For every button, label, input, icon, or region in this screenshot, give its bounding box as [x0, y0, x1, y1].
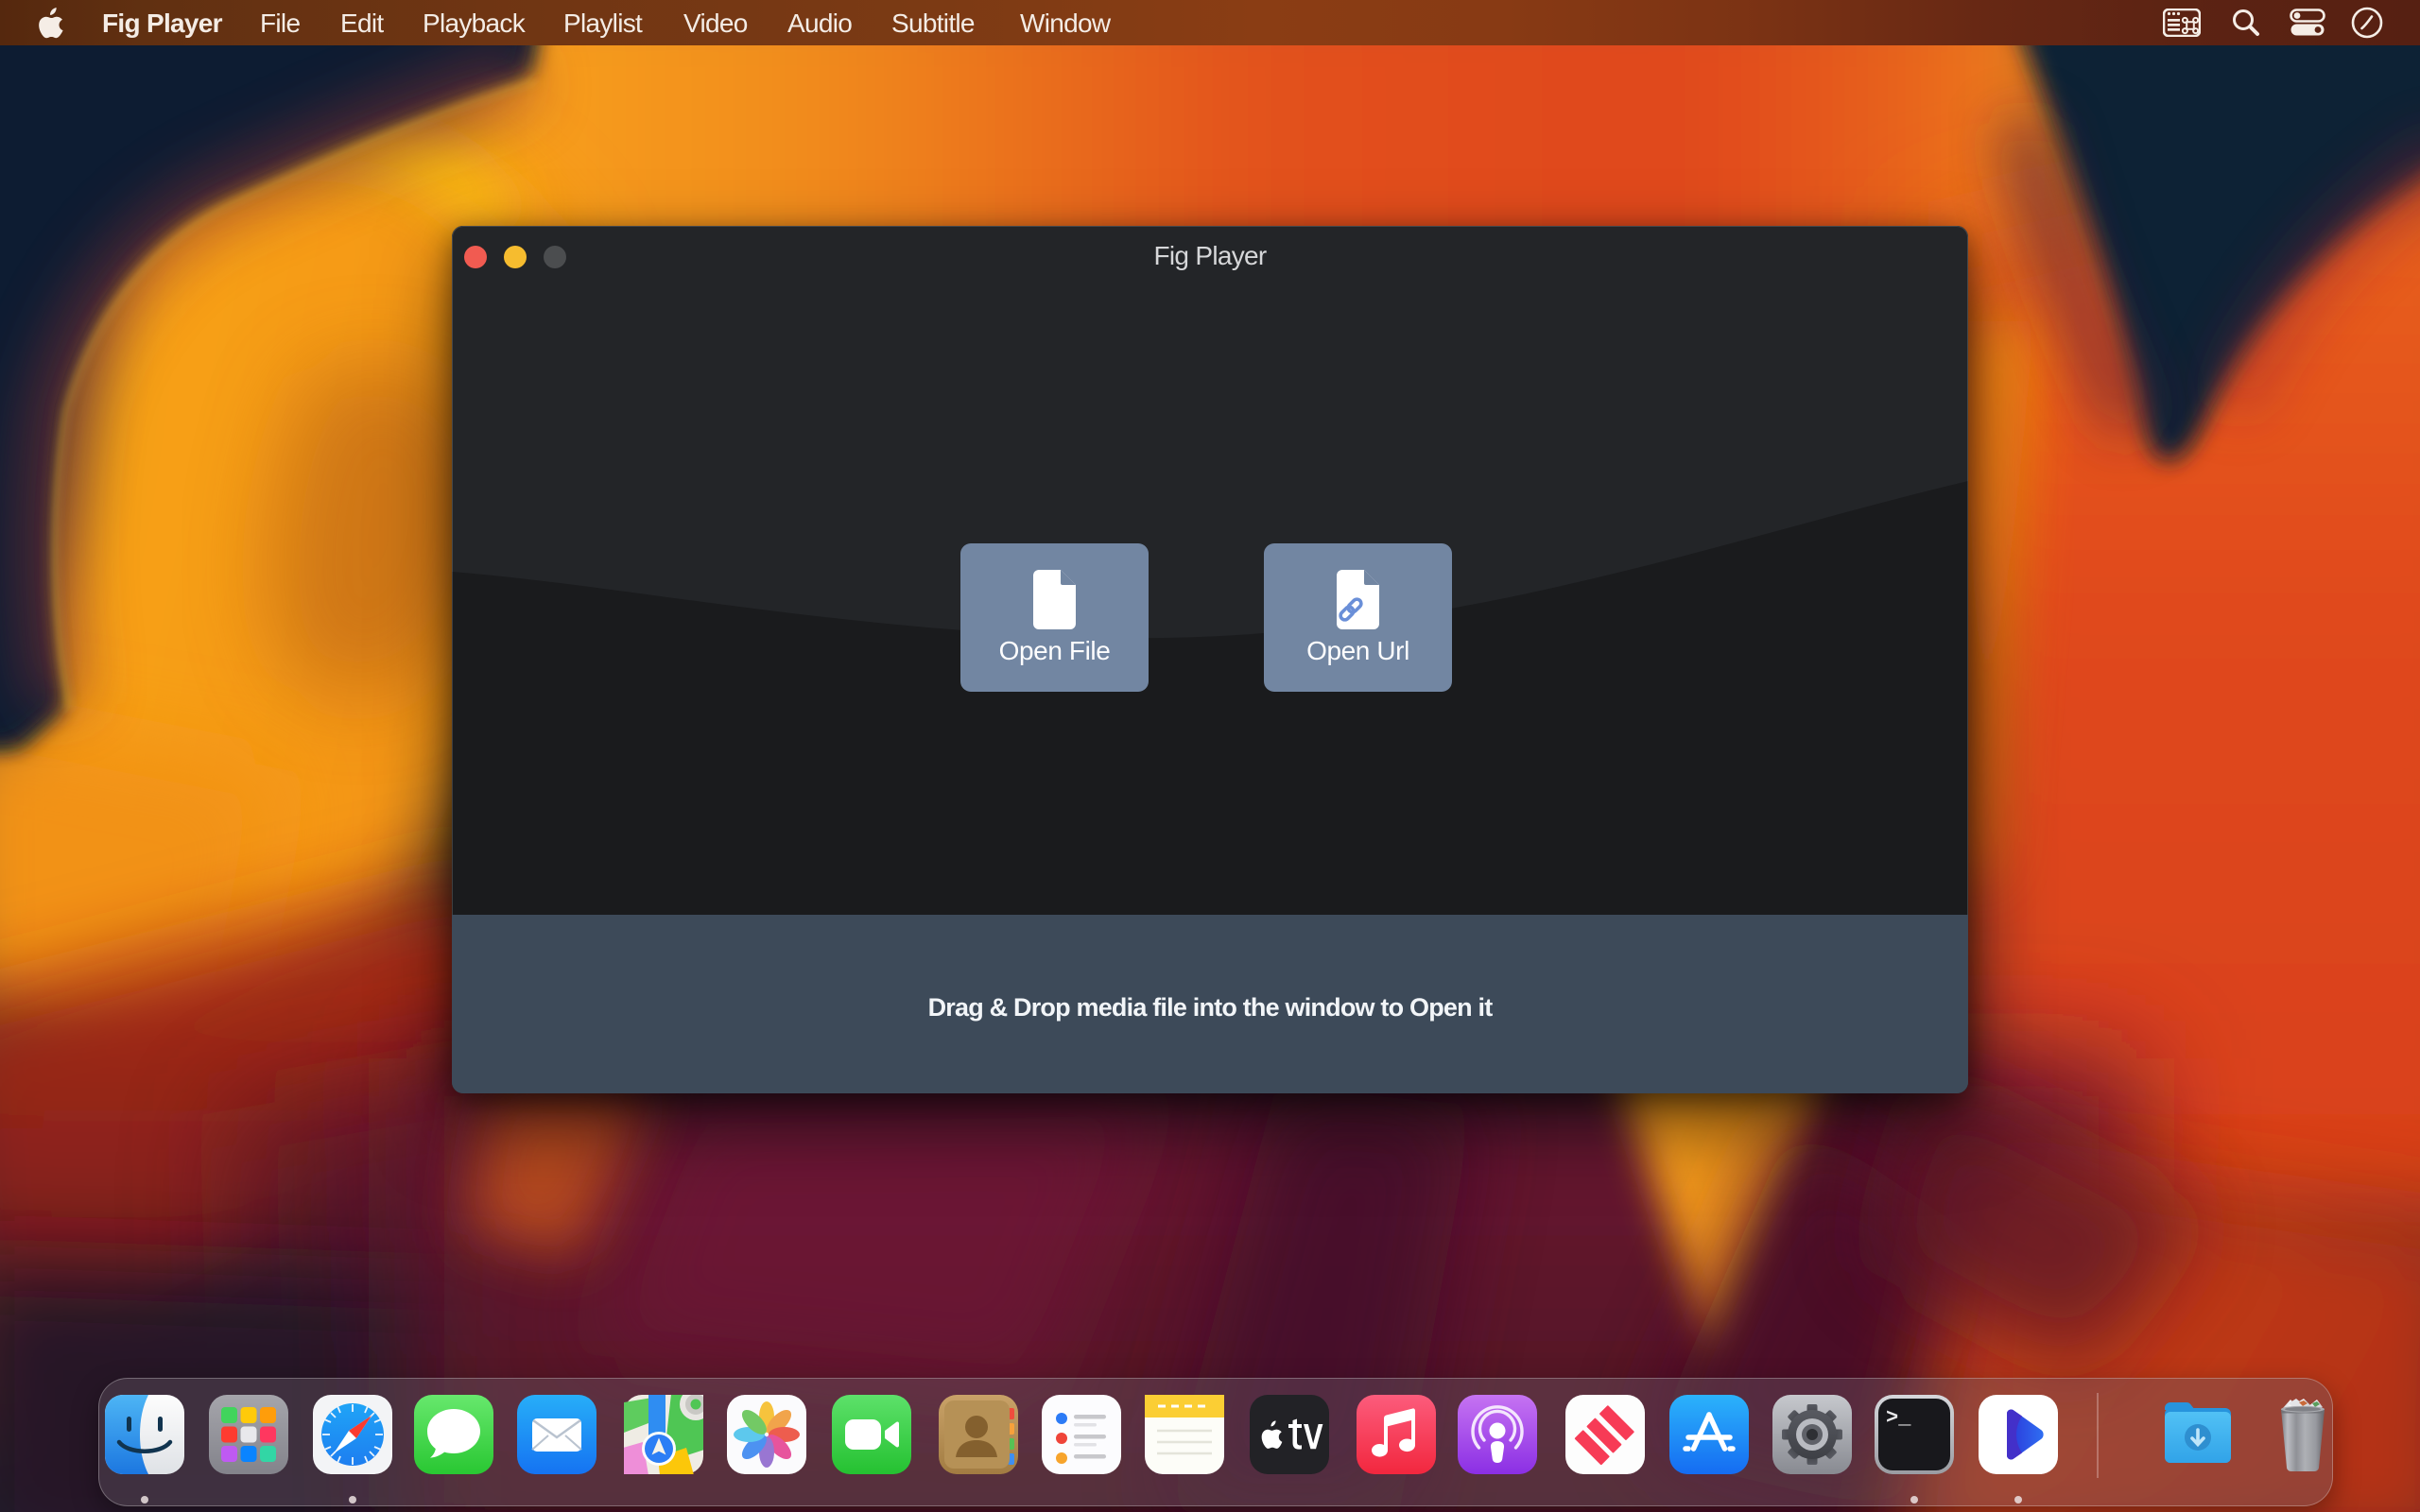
svg-text:>_: >_ — [1886, 1406, 1911, 1430]
